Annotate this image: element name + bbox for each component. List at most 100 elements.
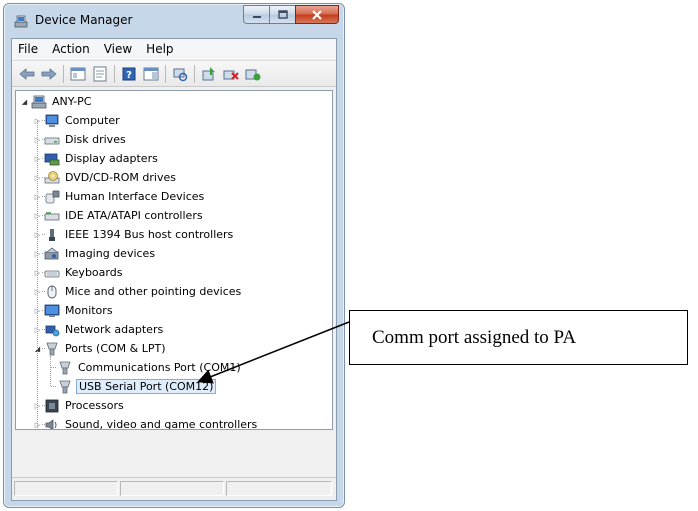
port-icon — [59, 380, 71, 393]
back-button[interactable] — [16, 63, 38, 85]
tree-item-label: USB Serial Port (COM12) — [76, 379, 217, 394]
toolbar-separator — [63, 64, 64, 83]
tree-item-communications-port-com1[interactable]: Communications Port (COM1) — [46, 358, 243, 377]
ieee1394-icon — [49, 228, 55, 241]
network-adapter-icon — [45, 325, 60, 336]
toolbar-separator — [165, 64, 166, 83]
update-driver-icon — [202, 66, 215, 80]
device-manager-icon — [14, 15, 28, 28]
tree-item-ieee-1394-bus-host-controllers[interactable]: ▷ IEEE 1394 Bus host controllers — [33, 225, 235, 244]
tree-item-monitors[interactable]: ▷ Monitors — [33, 301, 115, 320]
tree-item-ports-com-lpt[interactable]: ◢ Ports (COM & LPT) — [33, 339, 168, 358]
show-hide-console-tree-button[interactable] — [67, 63, 89, 85]
uninstall-button[interactable] — [220, 63, 242, 85]
action-pane-icon — [143, 67, 159, 80]
status-pane — [120, 481, 224, 496]
help-button[interactable]: ? — [118, 63, 140, 85]
tree-guide-line — [42, 253, 45, 254]
tree-guide-line — [51, 386, 56, 387]
tree-guide-line — [42, 405, 45, 406]
uninstall-icon — [223, 70, 239, 80]
tree-item-human-interface-devices[interactable]: ▷ Human Interface Devices — [33, 187, 206, 206]
menu-help[interactable]: Help — [139, 39, 180, 59]
device-manager-window: Device Manager File Action View Help ? ◢… — [3, 3, 345, 508]
update-driver-button[interactable] — [198, 63, 220, 85]
keyboard-icon — [44, 270, 60, 277]
tree-item-label: Network adapters — [65, 323, 164, 336]
disk-drive-icon — [44, 137, 60, 144]
maximize-icon — [277, 10, 288, 19]
minimize-icon — [252, 15, 261, 18]
properties-page-icon — [93, 66, 107, 81]
help-icon: ? — [122, 67, 136, 81]
pc-icon — [31, 95, 47, 108]
tree-item-display-adapters[interactable]: ▷ Display adapters — [33, 149, 160, 168]
tree-root-any-pc[interactable]: ◢ ANY-PC — [20, 92, 93, 111]
tree-item-label: Computer — [65, 114, 120, 127]
tree-item-label: Monitors — [65, 304, 113, 317]
tree-item-label: Mice and other pointing devices — [65, 285, 242, 298]
tree-guide-line — [42, 158, 45, 159]
client-area: File Action View Help ? ◢ ANY-PC ▷ Compu… — [11, 38, 337, 501]
tree-guide-line — [50, 356, 51, 386]
device-tree[interactable]: ◢ ANY-PC ▷ Computer ▷ Disk drives ▷ Display ada… — [15, 90, 333, 430]
tree-item-mice-and-other-pointing-devices[interactable]: ▷ Mice and other pointing devices — [33, 282, 243, 301]
tree-guide-line — [42, 329, 45, 330]
toolbar-separator — [194, 64, 195, 83]
port-icon — [59, 361, 71, 374]
annotation-callout: Comm port assigned to PA — [349, 310, 688, 365]
close-button[interactable] — [295, 5, 339, 24]
tree-item-disk-drives[interactable]: ▷ Disk drives — [33, 130, 128, 149]
action-pane-button[interactable] — [140, 63, 162, 85]
tree-item-ide-ata-atapi-controllers[interactable]: ▷ IDE ATA/ATAPI controllers — [33, 206, 205, 225]
tree-item-network-adapters[interactable]: ▷ Network adapters — [33, 320, 165, 339]
processor-icon — [45, 399, 59, 412]
callout-text: Comm port assigned to PA — [372, 326, 577, 348]
back-arrow-icon — [19, 67, 35, 80]
sound-icon — [45, 418, 57, 429]
tree-guide-line — [42, 177, 45, 178]
forward-arrow-icon — [41, 67, 57, 80]
menu-action[interactable]: Action — [45, 39, 97, 59]
tree-guide-line — [42, 120, 45, 121]
tree-item-usb-serial-port-com12[interactable]: USB Serial Port (COM12) — [46, 377, 217, 396]
tree-item-label: Keyboards — [65, 266, 123, 279]
scan-hardware-icon — [173, 68, 188, 81]
title-bar[interactable]: Device Manager — [4, 4, 344, 38]
tree-item-imaging-devices[interactable]: ▷ Imaging devices — [33, 244, 157, 263]
menu-file[interactable]: File — [12, 39, 45, 59]
ide-controller-icon — [44, 211, 60, 220]
tree-guide-line — [42, 348, 45, 349]
window-title: Device Manager — [35, 13, 133, 27]
maximize-button[interactable] — [269, 5, 295, 24]
enable-device-button[interactable] — [242, 63, 264, 85]
tree-item-keyboards[interactable]: ▷ Keyboards — [33, 263, 124, 282]
tree-item-processors[interactable]: ▷ Processors — [33, 396, 126, 415]
status-pane — [14, 481, 118, 496]
tree-guide-line — [42, 234, 45, 235]
caption-buttons — [243, 5, 339, 25]
forward-button[interactable] — [38, 63, 60, 85]
monitor-icon — [44, 304, 60, 317]
tree-item-computer[interactable]: ▷ Computer — [33, 111, 122, 130]
tree-item-sound-video-and-game-controllers[interactable]: ▷ Sound, video and game controllers — [33, 415, 259, 429]
tree-item-label: Processors — [65, 399, 124, 412]
tree-guide-line — [42, 272, 45, 273]
tree-guide-line — [42, 291, 45, 292]
tree-item-label: IEEE 1394 Bus host controllers — [65, 228, 234, 241]
imaging-device-icon — [44, 246, 59, 259]
minimize-button[interactable] — [243, 5, 269, 24]
tree-guide-line — [37, 120, 38, 429]
collapse-triangle-icon[interactable]: ◢ — [20, 97, 29, 106]
tree-item-label: IDE ATA/ATAPI controllers — [65, 209, 203, 222]
menu-view[interactable]: View — [97, 39, 139, 59]
scan-hardware-button[interactable] — [169, 63, 191, 85]
tree-item-label: Display adapters — [65, 152, 158, 165]
tree-item-label: DVD/CD-ROM drives — [65, 171, 176, 184]
tree-guide-line — [42, 424, 45, 425]
dvd-drive-icon — [44, 170, 60, 183]
tree-item-dvd-cd-rom-drives[interactable]: ▷ DVD/CD-ROM drives — [33, 168, 178, 187]
tree-item-label: Communications Port (COM1) — [78, 361, 241, 374]
properties-view-button[interactable] — [89, 63, 111, 85]
tree-guide-line — [42, 310, 45, 311]
